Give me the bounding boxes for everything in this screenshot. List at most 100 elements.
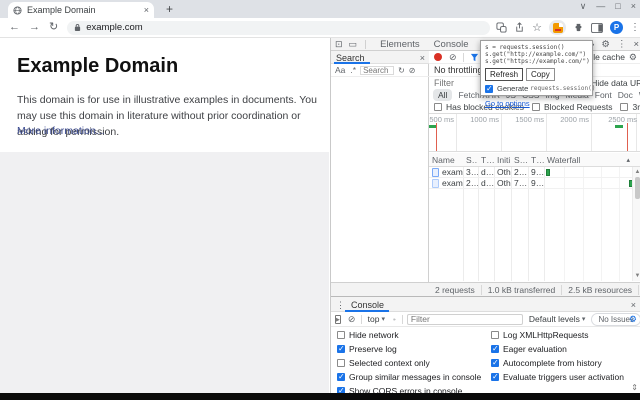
extension-glyph xyxy=(552,22,563,33)
search-refresh-icon[interactable]: ↻ xyxy=(398,66,405,75)
search-input[interactable] xyxy=(360,65,395,75)
browser-tab[interactable]: Example Domain × xyxy=(8,2,154,18)
bottom-black-bar xyxy=(0,393,640,400)
setting-log-xhr[interactable]: Log XMLHttpRequests xyxy=(491,330,589,340)
more-information-link[interactable]: More information... xyxy=(17,125,105,137)
setting-autocomplete-history[interactable]: Autocomplete from history xyxy=(491,358,602,368)
search-clear-icon[interactable]: ⊘ xyxy=(409,66,416,75)
summary-resources: 2.5 kB resources xyxy=(562,284,640,295)
request-row[interactable]: example… 3… d… Other 2… 9… xyxy=(429,167,640,178)
console-settings: Hide network Preserve log Selected conte… xyxy=(331,327,640,396)
drawer-menu-icon[interactable]: ⋮ xyxy=(336,300,345,311)
side-panel-icon[interactable] xyxy=(591,22,603,33)
checkbox[interactable] xyxy=(491,358,499,367)
tab-search-icon[interactable]: ∨ xyxy=(580,1,587,12)
setting-selected-context[interactable]: Selected context only xyxy=(337,358,430,368)
new-tab-button[interactable]: + xyxy=(166,3,173,16)
inspect-element-icon[interactable]: ⊡ xyxy=(335,39,343,50)
tab-close-icon[interactable]: × xyxy=(144,5,149,15)
minimize-button[interactable]: — xyxy=(596,1,605,12)
match-case-toggle[interactable]: Aa xyxy=(335,65,345,75)
scroll-up-icon[interactable]: ▲ xyxy=(633,168,640,176)
active-extension-icon[interactable] xyxy=(549,20,566,35)
sort-ascending-icon[interactable]: ▴ xyxy=(626,156,630,164)
column-header-type[interactable]: T… xyxy=(478,155,494,165)
column-header-time[interactable]: T… xyxy=(528,155,544,165)
gridline xyxy=(501,114,502,151)
console-toolbar: ▶ ⊘ top ▾ Default levels ▾ No Issues ⚙ xyxy=(331,312,640,327)
request-row[interactable]: example… 2… d… Other 7… 9… xyxy=(429,178,640,189)
maximize-button[interactable]: □ xyxy=(615,1,620,12)
throttling-dropdown[interactable]: No throttling xyxy=(434,65,483,75)
setting-label: Log XMLHttpRequests xyxy=(503,330,589,340)
copy-button[interactable]: Copy xyxy=(526,68,555,81)
profile-avatar[interactable]: P xyxy=(610,21,623,34)
log-levels-dropdown[interactable]: Default levels xyxy=(529,314,580,324)
devtools-menu-icon[interactable]: ⋮ xyxy=(617,39,627,50)
generate-session-checkbox[interactable] xyxy=(485,84,493,93)
scroll-down-icon[interactable]: ▼ xyxy=(633,272,640,280)
context-selector[interactable]: top xyxy=(368,314,380,324)
column-header-initiator[interactable]: Initi… xyxy=(494,155,511,165)
table-scrollbar[interactable]: ▲ ▼ xyxy=(632,167,640,281)
checkbox[interactable] xyxy=(491,331,499,339)
checkbox[interactable] xyxy=(491,372,499,381)
scrollbar-thumb[interactable] xyxy=(635,177,640,199)
setting-hide-network[interactable]: Hide network xyxy=(337,330,399,340)
checkbox[interactable] xyxy=(491,344,499,353)
setting-evaluate-user-activation[interactable]: Evaluate triggers user activation xyxy=(491,372,624,382)
bookmark-star-icon[interactable]: ☆ xyxy=(532,21,542,34)
go-to-options-link[interactable]: Go to options xyxy=(485,99,530,108)
devtools-close-icon[interactable]: × xyxy=(633,39,639,50)
network-filter-funnel-icon[interactable] xyxy=(470,53,479,62)
column-header-name[interactable]: Name xyxy=(429,155,463,165)
address-bar[interactable]: example.com xyxy=(67,20,491,35)
reload-button[interactable]: ↻ xyxy=(49,22,58,33)
lock-icon[interactable] xyxy=(74,23,81,32)
checkbox[interactable] xyxy=(337,359,345,367)
drawer-close-icon[interactable]: × xyxy=(631,300,636,310)
has-blocked-cookies-checkbox[interactable] xyxy=(434,103,442,111)
filter-pill[interactable]: Font xyxy=(595,90,612,100)
browser-menu-icon[interactable]: ⋮ xyxy=(630,22,640,33)
refresh-button[interactable]: Refresh xyxy=(485,68,524,81)
console-sidebar-icon[interactable]: ▶ xyxy=(335,314,341,324)
translate-icon[interactable] xyxy=(496,22,507,33)
live-expression-eye-icon[interactable] xyxy=(393,316,396,323)
checkbox[interactable] xyxy=(337,344,345,353)
device-toolbar-icon[interactable]: ▭ xyxy=(349,39,358,50)
column-header-size[interactable]: S… xyxy=(511,155,528,165)
search-pane-close-icon[interactable]: × xyxy=(420,53,425,63)
back-button[interactable]: ← xyxy=(9,22,20,33)
extensions-puzzle-icon[interactable] xyxy=(573,22,584,33)
devtools-settings-icon[interactable]: ⚙ xyxy=(601,39,610,50)
setting-preserve-log[interactable]: Preserve log xyxy=(337,344,397,354)
record-network-log-button[interactable] xyxy=(434,53,442,61)
request-size: 7… xyxy=(514,178,528,188)
network-overview-timeline[interactable]: 500 ms 1000 ms 1500 ms 2000 ms 2500 ms xyxy=(429,113,640,152)
clear-console-icon[interactable]: ⊘ xyxy=(348,314,356,325)
clear-network-icon[interactable]: ⊘ xyxy=(449,52,457,62)
setting-group-similar[interactable]: Group similar messages in console xyxy=(337,372,481,382)
resize-handle-icon[interactable]: ⇕ xyxy=(631,383,638,392)
window-close-button[interactable]: × xyxy=(631,1,636,12)
tab-title: Example Domain xyxy=(27,5,96,15)
column-header-waterfall[interactable]: Waterfall xyxy=(544,155,624,165)
filter-pill-all[interactable]: All xyxy=(433,89,453,101)
column-header-status[interactable]: S… xyxy=(463,155,478,165)
forward-button[interactable]: → xyxy=(29,22,40,33)
checkbox[interactable] xyxy=(337,372,345,381)
third-party-requests-checkbox[interactable] xyxy=(620,103,629,111)
regex-toggle[interactable]: .* xyxy=(350,65,356,75)
share-icon[interactable] xyxy=(514,22,525,33)
tab-elements[interactable]: Elements xyxy=(380,39,420,50)
drawer-tab-console[interactable]: Console xyxy=(351,300,384,310)
console-filter-input[interactable] xyxy=(406,313,523,325)
network-settings-gear-icon[interactable]: ⚙ xyxy=(629,52,637,63)
checkbox[interactable] xyxy=(337,331,345,339)
setting-eager-evaluation[interactable]: Eager evaluation xyxy=(491,344,567,354)
filter-pill[interactable]: Doc xyxy=(618,90,633,100)
request-time: 9… xyxy=(531,167,544,177)
console-settings-gear-icon[interactable]: ⚙ xyxy=(629,314,637,325)
tab-console[interactable]: Console xyxy=(434,39,469,50)
